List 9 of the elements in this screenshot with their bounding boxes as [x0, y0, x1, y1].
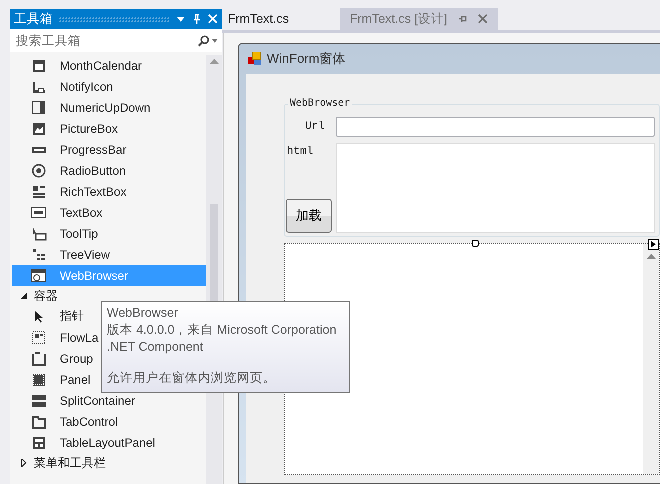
group-label: WebBrowser [288, 98, 352, 109]
url-label: Url [305, 121, 326, 133]
form-title: WinForm窗体 [267, 50, 346, 68]
tooltip-title: WebBrowser [107, 305, 180, 322]
html-label: html [287, 145, 314, 158]
tooltip-text: 版本 4.0.0.0，来自 Microsoft Corporation [107, 322, 338, 339]
tooltip-description: 允许用户在窗体内浏览网页。 [107, 370, 277, 387]
tooltip-text: .NET Component [107, 339, 204, 356]
panel-title: 工具箱 [14, 10, 53, 28]
